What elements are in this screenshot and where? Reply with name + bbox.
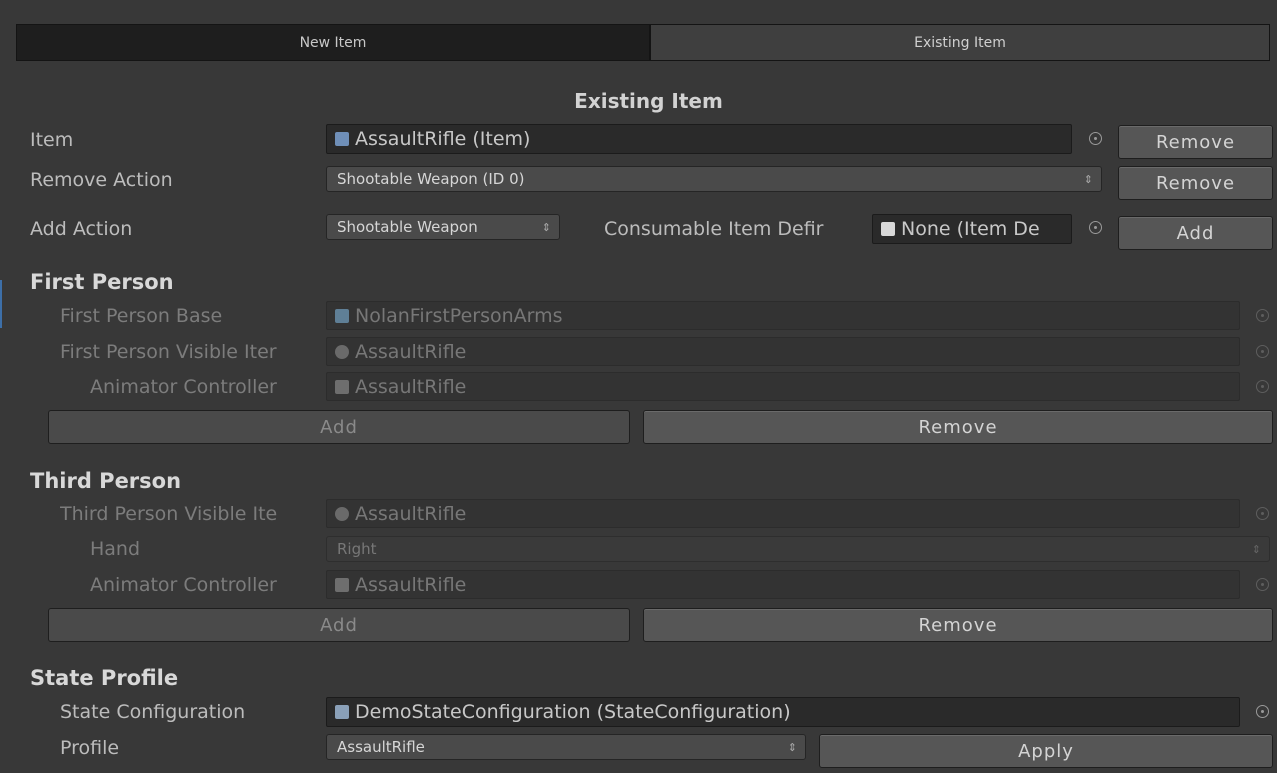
prefab-icon [335, 308, 349, 323]
page-title: Existing Item [574, 89, 723, 113]
dropdown-arrow-icon: ⇕ [787, 740, 797, 754]
remove-item-button[interactable]: Remove [1118, 125, 1273, 159]
item-field[interactable]: AssaultRifle (Item) [326, 124, 1072, 154]
selection-marker [0, 280, 2, 328]
hand-dropdown: Right ⇕ [326, 536, 1270, 562]
remove-action-selected: Shootable Weapon (ID 0) [337, 170, 525, 188]
third-person-visible-item-value: AssaultRifle [355, 502, 467, 525]
third-person-animator-value: AssaultRifle [355, 573, 467, 596]
third-person-remove-button[interactable]: Remove [643, 608, 1273, 642]
first-person-remove-button[interactable]: Remove [643, 410, 1273, 444]
dropdown-arrow-icon: ⇕ [1083, 172, 1093, 186]
add-action-button[interactable]: Add [1118, 216, 1273, 250]
animator-controller-icon [335, 577, 349, 592]
apply-button[interactable]: Apply [819, 734, 1273, 768]
object-picker-icon[interactable] [1089, 132, 1102, 145]
scriptable-object-icon [335, 705, 349, 719]
state-configuration-field[interactable]: DemoStateConfiguration (StateConfigurati… [326, 697, 1240, 727]
first-person-heading: First Person [30, 270, 174, 294]
consumable-item-value: None (Item De [901, 218, 1040, 240]
hand-selected: Right [337, 540, 377, 558]
object-picker-icon[interactable] [1256, 705, 1269, 718]
gameobject-icon [335, 506, 349, 521]
add-action-dropdown[interactable]: Shootable Weapon ⇕ [326, 214, 560, 240]
script-icon [335, 132, 349, 146]
profile-selected: AssaultRifle [337, 738, 425, 756]
first-person-base-label: First Person Base [60, 305, 223, 327]
first-person-visible-item-value: AssaultRifle [355, 340, 467, 363]
consumable-item-label: Consumable Item Defir [604, 218, 824, 240]
animator-controller-icon [335, 379, 349, 394]
object-picker-icon[interactable] [1089, 221, 1102, 234]
third-person-animator-field: AssaultRifle [326, 570, 1240, 599]
remove-action-dropdown[interactable]: Shootable Weapon (ID 0) ⇕ [326, 166, 1102, 192]
object-picker-icon [1256, 507, 1269, 520]
first-person-visible-item-field: AssaultRifle [326, 337, 1240, 366]
first-person-animator-field: AssaultRifle [326, 372, 1240, 401]
first-person-add-button[interactable]: Add [48, 410, 630, 444]
third-person-animator-label: Animator Controller [90, 574, 277, 596]
object-picker-icon [1256, 380, 1269, 393]
document-icon [881, 222, 895, 236]
tab-new-item-label: New Item [299, 34, 367, 51]
state-configuration-value: DemoStateConfiguration (StateConfigurati… [355, 701, 791, 723]
consumable-item-field[interactable]: None (Item De [872, 214, 1072, 244]
item-field-value: AssaultRifle (Item) [355, 128, 531, 150]
first-person-base-value: NolanFirstPersonArms [355, 304, 563, 327]
first-person-visible-item-label: First Person Visible Iter [60, 341, 277, 363]
add-action-selected: Shootable Weapon [337, 218, 478, 236]
first-person-animator-value: AssaultRifle [355, 375, 467, 398]
tab-existing-item[interactable]: Existing Item [650, 24, 1270, 61]
gameobject-icon [335, 344, 349, 359]
tab-existing-item-label: Existing Item [914, 34, 1006, 51]
third-person-add-button[interactable]: Add [48, 608, 630, 642]
hand-label: Hand [90, 538, 141, 560]
state-configuration-label: State Configuration [60, 701, 246, 723]
tab-new-item[interactable]: New Item [16, 24, 650, 61]
item-label: Item [30, 129, 74, 151]
object-picker-icon [1256, 309, 1269, 322]
third-person-visible-item-field: AssaultRifle [326, 499, 1240, 528]
state-profile-heading: State Profile [30, 666, 179, 690]
third-person-heading: Third Person [30, 469, 182, 493]
first-person-base-field: NolanFirstPersonArms [326, 301, 1240, 330]
add-action-label: Add Action [30, 218, 133, 240]
profile-label: Profile [60, 737, 120, 759]
remove-action-button[interactable]: Remove [1118, 166, 1273, 200]
first-person-animator-label: Animator Controller [90, 376, 277, 398]
object-picker-icon [1256, 578, 1269, 591]
remove-action-label: Remove Action [30, 169, 173, 191]
dropdown-arrow-icon: ⇕ [541, 220, 551, 234]
third-person-visible-item-label: Third Person Visible Ite [60, 503, 278, 525]
profile-dropdown[interactable]: AssaultRifle ⇕ [326, 734, 806, 760]
dropdown-arrow-icon: ⇕ [1251, 542, 1261, 556]
object-picker-icon [1256, 345, 1269, 358]
